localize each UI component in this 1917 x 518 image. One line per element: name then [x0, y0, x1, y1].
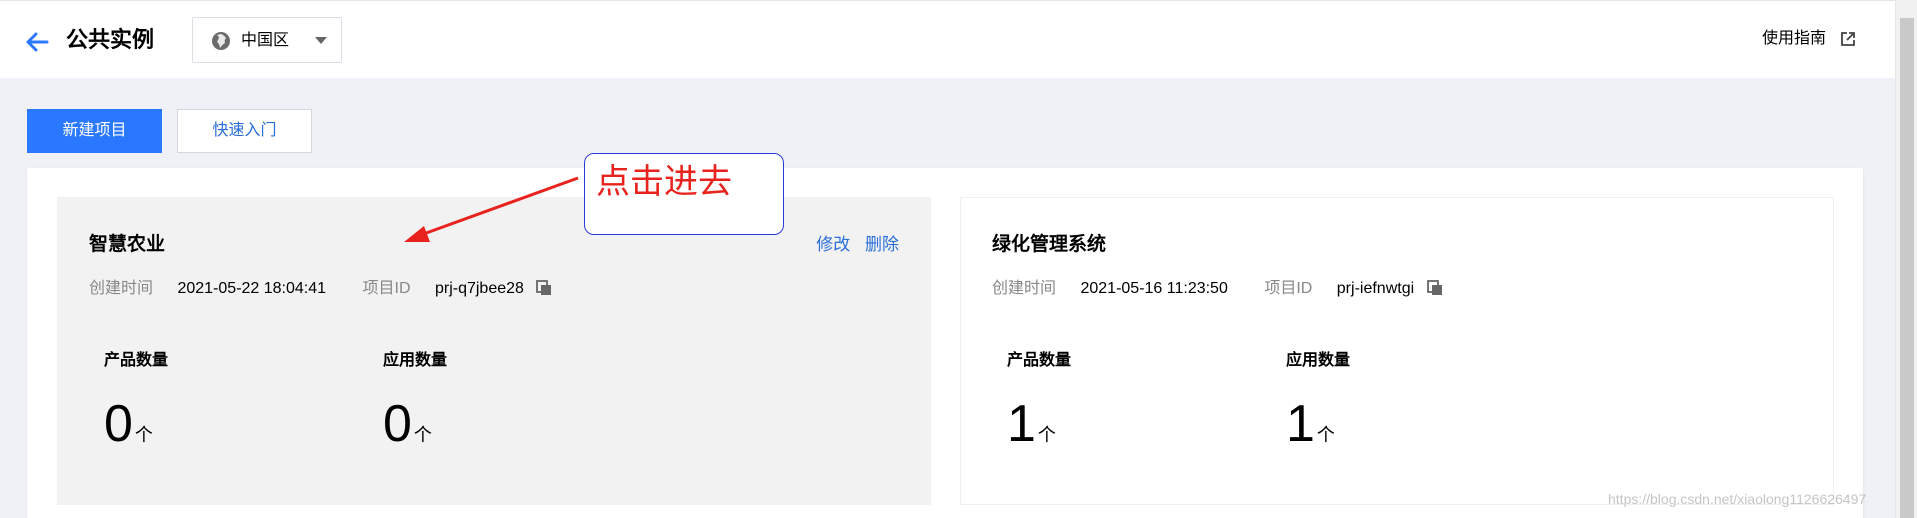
project-actions: 修改 删除 — [806, 234, 899, 256]
page-title: 公共实例 — [66, 27, 155, 52]
app-count-label: 应用数量 — [1286, 352, 1351, 369]
region-select[interactable]: 中国区 — [192, 17, 342, 63]
product-count-value-wrap: 0个 — [104, 394, 153, 454]
app-root: 公共实例 中国区 使用指南 新建项目 快速入门 智慧农业 修改 删除 创建时间 … — [0, 0, 1917, 518]
project-id-value: prj-iefnwtgi — [1336, 280, 1415, 297]
app-count-value: 1 — [1286, 395, 1315, 453]
project-meta: 创建时间 2021-05-16 11:23:50 项目ID prj-iefnwt… — [992, 278, 1443, 300]
app-count-value-wrap: 0个 — [383, 394, 432, 454]
app-count-value-wrap: 1个 — [1286, 394, 1335, 454]
product-count-stat: 产品数量 0个 — [104, 350, 169, 453]
project-id-label: 项目ID — [362, 280, 411, 297]
page-header: 公共实例 中国区 使用指南 — [0, 0, 1895, 78]
product-count-unit: 个 — [1037, 425, 1056, 445]
app-count-unit: 个 — [1316, 425, 1335, 445]
app-count-unit: 个 — [413, 425, 432, 445]
project-meta: 创建时间 2021-05-22 18:04:41 项目ID prj-q7jbee… — [89, 278, 552, 300]
created-time-label: 创建时间 — [992, 280, 1057, 297]
caret-down-icon — [315, 37, 327, 44]
project-card-greening-management[interactable]: 绿化管理系统 创建时间 2021-05-16 11:23:50 项目ID prj… — [960, 197, 1834, 505]
project-id-value: prj-q7jbee28 — [434, 280, 524, 297]
product-count-value: 0 — [104, 395, 133, 453]
product-count-label: 产品数量 — [1007, 352, 1072, 369]
app-count-label: 应用数量 — [383, 352, 448, 369]
annotation-text: 点击进去 — [596, 162, 732, 202]
external-link-icon[interactable] — [1840, 31, 1856, 47]
product-count-value-wrap: 1个 — [1007, 394, 1056, 454]
edit-project-link[interactable]: 修改 — [816, 235, 850, 254]
product-count-value: 1 — [1007, 395, 1036, 453]
created-time-value: 2021-05-16 11:23:50 — [1080, 280, 1228, 297]
project-name: 智慧农业 — [89, 234, 166, 255]
project-id-label: 项目ID — [1264, 280, 1313, 297]
scrollbar-thumb[interactable] — [1900, 18, 1914, 518]
project-name: 绿化管理系统 — [992, 234, 1107, 255]
created-time-value: 2021-05-22 18:04:41 — [177, 280, 327, 297]
app-count-stat: 应用数量 0个 — [383, 350, 448, 453]
vertical-scrollbar[interactable] — [1895, 0, 1917, 518]
app-count-value: 0 — [383, 395, 412, 453]
product-count-label: 产品数量 — [104, 352, 169, 369]
app-count-stat: 应用数量 1个 — [1286, 350, 1351, 453]
arrow-left-icon[interactable] — [24, 29, 50, 55]
copy-icon[interactable] — [1426, 280, 1443, 296]
project-list-panel: 智慧农业 修改 删除 创建时间 2021-05-22 18:04:41 项目ID… — [27, 168, 1863, 518]
project-card-smart-agriculture[interactable]: 智慧农业 修改 删除 创建时间 2021-05-22 18:04:41 项目ID… — [57, 197, 931, 505]
globe-icon — [212, 32, 230, 50]
product-count-stat: 产品数量 1个 — [1007, 350, 1072, 453]
copy-icon[interactable] — [536, 280, 552, 296]
product-count-unit: 个 — [134, 425, 153, 445]
new-project-button[interactable]: 新建项目 — [27, 109, 162, 153]
created-time-label: 创建时间 — [89, 280, 154, 297]
quick-start-button[interactable]: 快速入门 — [177, 109, 312, 153]
guide-link[interactable]: 使用指南 — [1762, 27, 1826, 51]
region-label: 中国区 — [241, 32, 290, 49]
delete-project-link[interactable]: 删除 — [865, 235, 899, 254]
watermark: https://blog.csdn.net/xiaolong1126626497 — [1608, 491, 1867, 507]
